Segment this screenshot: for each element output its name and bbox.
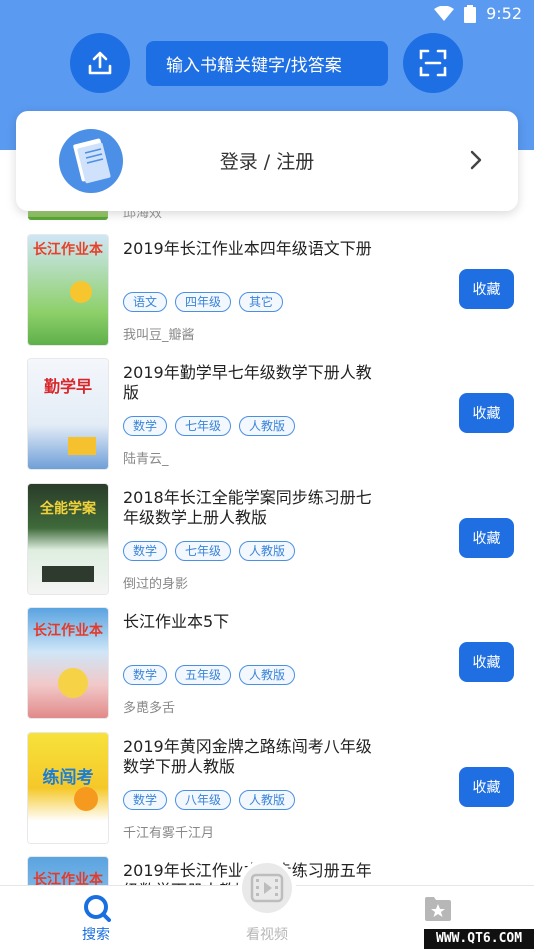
tab-search[interactable]: 搜索 [46,886,146,949]
search-input[interactable]: 输入书籍关键字/找答案 [146,41,388,86]
tag-list: 数学 七年级 人教版 [123,416,296,436]
uploader-name: 倒过的身影 [123,577,189,592]
collect-button[interactable]: 收藏 [459,767,514,807]
tag: 数学 [123,416,168,436]
tag: 数学 [123,790,168,810]
book-cover: 长江作业本 [28,235,108,345]
book-title: 2018年长江全能学案同步练习册七年级数学上册人教版 [123,488,372,527]
upload-icon [88,51,112,75]
book-cover: 练闯考 [28,733,108,843]
list-item[interactable]: 练闯考 2019年黄冈金牌之路练闯考八年级数学下册人教版 数学 八年级 人教版 … [0,733,534,857]
tag-list: 数学 八年级 人教版 [123,790,296,810]
collect-button[interactable]: 收藏 [459,642,514,682]
list-item[interactable]: 长江作业本 长江作业本5下 数学 五年级 人教版 多喸多舌 收藏 [0,608,534,732]
star-folder-icon [425,897,451,921]
scan-button[interactable] [403,33,463,93]
tag-list: 语文 四年级 其它 [123,292,284,312]
tag: 数学 [123,541,168,561]
collect-button[interactable]: 收藏 [459,393,514,433]
status-time: 9:52 [486,4,522,23]
tag: 人教版 [239,790,296,810]
tag: 七年级 [175,416,232,436]
wifi-icon [434,5,455,21]
watermark: WWW.QT6.COM [424,929,534,949]
collect-button[interactable]: 收藏 [459,269,514,309]
tag: 语文 [123,292,168,312]
login-card[interactable]: 登录 / 注册 [16,111,518,211]
uploader-name: 陆青云_ [123,452,169,467]
uploader-name: 多喸多舌 [123,701,176,716]
book-cover: 全能学案 [28,484,108,594]
upload-button[interactable] [70,33,130,93]
tag: 四年级 [175,292,232,312]
book-title: 长江作业本5下 [123,612,230,631]
collect-button[interactable]: 收藏 [459,518,514,558]
tag-list: 数学 五年级 人教版 [123,665,296,685]
book-cover: 长江作业本 [28,608,108,718]
tag: 人教版 [239,665,296,685]
tag: 人教版 [239,416,296,436]
status-bar: 9:52 [0,0,534,30]
video-play-icon [250,873,284,903]
scan-icon [419,49,447,77]
login-label: 登录 / 注册 [219,151,315,173]
book-title: 2019年长江作业本四年级语文下册 [123,239,372,258]
uploader-name: 我叫豆_瓣酱 [123,328,195,343]
tag: 其它 [239,292,284,312]
uploader-name: 千江有雾千江月 [123,826,215,841]
tag-list: 数学 七年级 人教版 [123,541,296,561]
book-cover: 长江作业本 [28,857,108,885]
tag: 数学 [123,665,168,685]
list-item[interactable]: 长江作业本 2019年长江作业本四年级语文下册 语文 四年级 其它 我叫豆_瓣酱… [0,235,534,359]
tag: 七年级 [175,541,232,561]
video-button[interactable] [238,859,296,917]
list-item[interactable]: 勤学早 2019年勤学早七年级数学下册人教版 数学 七年级 人教版 陆青云_ 收… [0,359,534,483]
search-icon [84,895,111,922]
book-list[interactable]: 邱海效 长江作业本 2019年长江作业本四年级语文下册 语文 四年级 其它 我叫… [0,150,534,885]
list-item[interactable]: 全能学案 2018年长江全能学案同步练习册七年级数学上册人教版 数学 七年级 人… [0,484,534,608]
tag: 人教版 [239,541,296,561]
chevron-right-icon [470,150,482,170]
tag: 八年级 [175,790,232,810]
book-title: 2019年勤学早七年级数学下册人教版 [123,363,372,402]
book-cover: 勤学早 [28,359,108,469]
battery-icon [464,4,477,23]
book-title: 2019年黄冈金牌之路练闯考八年级数学下册人教版 [123,737,372,776]
tag: 五年级 [175,665,232,685]
